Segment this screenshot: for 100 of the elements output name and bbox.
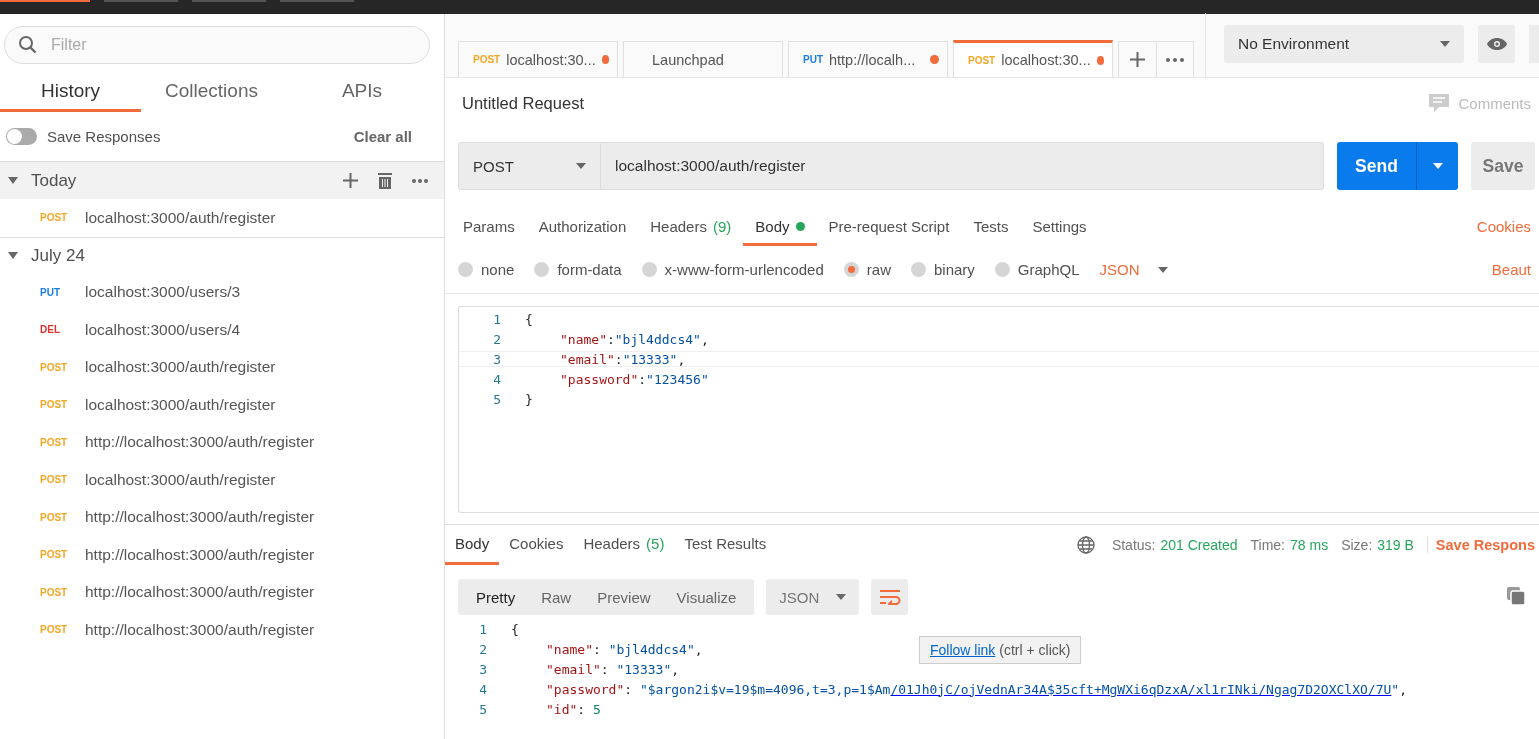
- sidebar-tab[interactable]: APIs: [282, 72, 442, 112]
- history-item[interactable]: DEL localhost:3000/users/4: [0, 311, 444, 349]
- wrap-icon: [878, 589, 901, 605]
- clear-all-button[interactable]: Clear all: [347, 127, 418, 146]
- code-line: "id": 5: [546, 701, 601, 717]
- plus-icon: [1130, 52, 1145, 67]
- trash-icon[interactable]: [378, 172, 392, 189]
- line-number: 1: [492, 311, 501, 327]
- size-label: Size:: [1341, 537, 1373, 553]
- group-title: Today: [31, 170, 78, 191]
- request-section-tab[interactable]: Headers (9): [638, 218, 744, 246]
- code-editor[interactable]: 1 { 2 "name":"bjl4ddcs4", 3 "email":"13333", 4 "password":"123456" 5 }: [458, 306, 1539, 513]
- caret-icon: [576, 163, 586, 169]
- history-item[interactable]: POST http://localhost:3000/auth/register: [0, 611, 444, 649]
- line-number: 4: [478, 681, 487, 697]
- line-number: 1: [478, 621, 487, 637]
- expand-caret-icon[interactable]: [8, 252, 18, 259]
- more-icon: [1166, 57, 1184, 62]
- line-number: 4: [492, 371, 501, 387]
- request-tab[interactable]: POST localhost:30...: [458, 41, 618, 77]
- environment-dropdown[interactable]: No Environment: [1224, 25, 1464, 63]
- line-number: 5: [478, 701, 487, 717]
- send-button[interactable]: Send: [1337, 142, 1458, 190]
- copy-button[interactable]: [1507, 586, 1525, 608]
- line-number: 3: [492, 351, 501, 367]
- response-tab[interactable]: Test Results: [674, 525, 777, 565]
- request-section-tab[interactable]: Body: [743, 218, 817, 246]
- request-section-tab[interactable]: Params: [451, 218, 527, 246]
- code-line: {: [511, 621, 519, 637]
- code-line: "email": "13333",: [546, 661, 680, 677]
- status-value: 201 Created: [1160, 537, 1238, 553]
- copy-icon: [1507, 586, 1525, 605]
- more-icon[interactable]: [412, 178, 428, 183]
- line-number: 2: [492, 331, 501, 347]
- body-type-radio[interactable]: raw: [843, 261, 891, 278]
- wrap-button[interactable]: [871, 579, 909, 615]
- eye-icon: [1486, 38, 1507, 50]
- history-item[interactable]: POST http://localhost:3000/auth/register: [0, 498, 444, 536]
- format-dropdown[interactable]: JSON: [766, 579, 860, 615]
- request-tab[interactable]: PUT http://localh...: [788, 41, 948, 77]
- body-type-radio[interactable]: x-www-form-urlencoded: [641, 261, 824, 278]
- request-tab[interactable]: POST localhost:30...: [953, 40, 1113, 77]
- code-line: {: [525, 311, 533, 327]
- follow-link[interactable]: Follow link: [930, 642, 996, 658]
- body-type-radio[interactable]: form-data: [534, 261, 622, 278]
- sidebar-tab[interactable]: History: [0, 72, 141, 112]
- expand-caret-icon[interactable]: [8, 177, 18, 184]
- history-item[interactable]: POST http://localhost:3000/auth/register: [0, 423, 444, 461]
- caret-icon: [1157, 266, 1168, 273]
- view-option[interactable]: Visualize: [663, 582, 750, 612]
- code-line: "email":"13333",: [560, 351, 686, 367]
- search-icon: [18, 35, 38, 55]
- url-field[interactable]: localhost:3000/auth/register: [601, 142, 1324, 190]
- code-line: "password": "$argon2i$v=19$m=4096,t=3,p=1$Am/01Jh0jC/ojVednAr34A$35cft+MgWXi6qDzxA/xl1rINki/Ngag7D2OXClXO/7U",: [546, 681, 1407, 697]
- sidebar-tab[interactable]: Collections: [141, 72, 282, 112]
- view-option[interactable]: Raw: [528, 582, 585, 612]
- history-item[interactable]: POST localhost:3000/auth/register: [0, 348, 444, 386]
- time-label: Time:: [1250, 537, 1285, 553]
- link-tooltip: Follow link (ctrl + click): [919, 636, 1082, 664]
- code-line: "password":"123456": [560, 371, 709, 387]
- response-tab[interactable]: Headers (5): [573, 525, 675, 565]
- line-number: 5: [492, 391, 501, 407]
- eye-button[interactable]: [1478, 25, 1515, 63]
- time-value: 78 ms: [1290, 537, 1329, 553]
- history-item[interactable]: POST localhost:3000/auth/register: [0, 199, 444, 237]
- request-section-tab[interactable]: Settings: [1020, 218, 1099, 246]
- status-label: Status:: [1111, 537, 1156, 553]
- request-section-tab[interactable]: Authorization: [526, 218, 639, 246]
- globe-icon: [1076, 536, 1095, 554]
- caret-icon: [836, 594, 847, 600]
- code-line: "name": "bjl4ddcs4",: [546, 641, 703, 657]
- save-button[interactable]: Save: [1471, 142, 1535, 190]
- comment-icon: [1429, 94, 1450, 112]
- group-title: July 24: [31, 245, 86, 266]
- request-tab[interactable]: Launchpad: [623, 41, 783, 77]
- size-value: 319 B: [1377, 537, 1414, 553]
- plus-icon[interactable]: [343, 173, 358, 188]
- code-line: }: [525, 391, 533, 407]
- line-number: 2: [478, 641, 487, 657]
- history-item[interactable]: POST http://localhost:3000/auth/register: [0, 536, 444, 574]
- history-item[interactable]: POST localhost:3000/auth/register: [0, 461, 444, 499]
- history-item[interactable]: POST localhost:3000/auth/register: [0, 386, 444, 424]
- body-type-radio[interactable]: GraphQL: [994, 261, 1080, 278]
- body-type-radio[interactable]: none: [458, 261, 515, 278]
- response-tab[interactable]: Body: [445, 525, 500, 565]
- filter-field[interactable]: Filter: [4, 26, 430, 64]
- save-responses-toggle[interactable]: [6, 128, 37, 145]
- request-section-tab[interactable]: Tests: [961, 218, 1021, 246]
- body-type-radio[interactable]: binary: [910, 261, 975, 278]
- history-item[interactable]: POST http://localhost:3000/auth/register: [0, 573, 444, 611]
- code-line: "name":"bjl4ddcs4",: [560, 331, 709, 347]
- toggle-label: Save Responses: [47, 128, 161, 145]
- line-number: 3: [478, 661, 487, 677]
- caret-icon: [1432, 163, 1443, 169]
- request-section-tab[interactable]: Pre-request Script: [816, 218, 962, 246]
- request-title: Untitled Request: [462, 93, 585, 113]
- method-dropdown[interactable]: POST: [458, 142, 601, 190]
- response-tab[interactable]: Cookies: [499, 525, 574, 565]
- view-option[interactable]: Preview: [584, 582, 664, 612]
- history-item[interactable]: PUT localhost:3000/users/3: [0, 273, 444, 311]
